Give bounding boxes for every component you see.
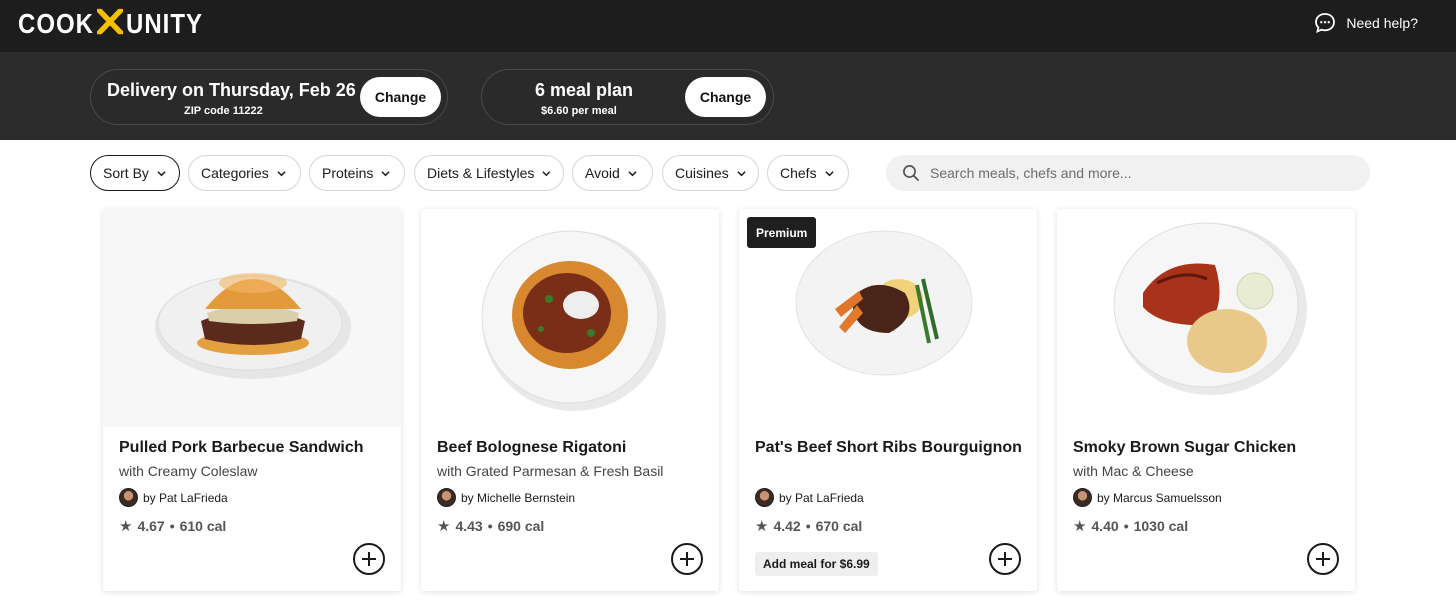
categories-label: Categories [201, 165, 269, 181]
chef-link[interactable]: by Marcus Samuelsson [1073, 488, 1222, 507]
categories-dropdown[interactable]: Categories [188, 155, 301, 191]
calories: 1030 cal [1133, 518, 1189, 534]
meal-image[interactable] [1057, 209, 1355, 427]
chef-name: by Pat LaFrieda [779, 490, 864, 505]
change-delivery-button[interactable]: Change [360, 77, 441, 117]
meal-card[interactable]: Premium Pat's Beef Short Ribs Bourguigno… [739, 209, 1037, 591]
plus-icon [680, 552, 694, 566]
meal-title[interactable]: Pat's Beef Short Ribs Bourguignon [755, 439, 1022, 457]
star-icon: ★ [119, 518, 133, 535]
add-meal-button[interactable] [989, 543, 1021, 575]
calories: 610 cal [179, 518, 227, 534]
rating-value: 4.42 [773, 518, 801, 534]
avoid-dropdown[interactable]: Avoid [572, 155, 653, 191]
top-nav: COOK UNITY Need help? [0, 0, 1456, 53]
star-icon: ★ [755, 518, 769, 535]
meal-rating: ★ 4.43 • 690 cal [437, 517, 544, 535]
calories: 670 cal [815, 518, 863, 534]
chefs-dropdown[interactable]: Chefs [767, 155, 849, 191]
chefs-label: Chefs [780, 165, 817, 181]
meal-subtitle: with Creamy Coleslaw [119, 463, 258, 479]
chef-link[interactable]: by Pat LaFrieda [755, 488, 864, 507]
cuisines-label: Cuisines [675, 165, 729, 181]
meal-title[interactable]: Smoky Brown Sugar Chicken [1073, 439, 1296, 457]
meal-card[interactable]: Beef Bolognese Rigatoni with Grated Parm… [421, 209, 719, 591]
search-input[interactable] [930, 165, 1350, 181]
rating-separator: • [487, 518, 493, 534]
proteins-dropdown[interactable]: Proteins [309, 155, 405, 191]
sort-by-label: Sort By [103, 165, 149, 181]
add-meal-button[interactable] [353, 543, 385, 575]
chef-name: by Pat LaFrieda [143, 490, 228, 505]
chef-avatar [437, 488, 456, 507]
chevron-down-icon [628, 170, 637, 176]
plus-icon [1316, 552, 1330, 566]
meal-plan-price: $6.60 per meal [541, 105, 617, 117]
change-plan-button[interactable]: Change [685, 77, 766, 117]
rating-separator: • [805, 518, 811, 534]
calories: 690 cal [497, 518, 545, 534]
chat-bubble-icon [1314, 12, 1336, 34]
chevron-down-icon [381, 170, 390, 176]
chef-name: by Michelle Bernstein [461, 490, 576, 505]
meal-subtitle: with Grated Parmesan & Fresh Basil [437, 463, 664, 479]
chevron-down-icon [542, 170, 551, 176]
rating-value: 4.67 [137, 518, 165, 534]
filter-bar: Sort By Categories Proteins Diets & Life… [0, 155, 1456, 192]
avoid-label: Avoid [585, 165, 620, 181]
delivery-pill: Delivery on Thursday, Feb 26 ZIP code 11… [90, 69, 448, 125]
chef-avatar [755, 488, 774, 507]
search-icon [903, 165, 919, 181]
meal-image[interactable] [421, 209, 719, 427]
chef-avatar [119, 488, 138, 507]
star-icon: ★ [437, 518, 451, 535]
chef-name: by Marcus Samuelsson [1097, 490, 1222, 505]
diets-lifestyles-dropdown[interactable]: Diets & Lifestyles [414, 155, 564, 191]
meal-image[interactable] [103, 209, 401, 427]
cookunity-logo[interactable]: COOK UNITY [18, 5, 203, 41]
rating-separator: • [169, 518, 175, 534]
chef-link[interactable]: by Michelle Bernstein [437, 488, 575, 507]
plus-icon [998, 552, 1012, 566]
premium-badge: Premium [747, 217, 817, 248]
rating-separator: • [1123, 518, 1129, 534]
add-meal-button[interactable] [1307, 543, 1339, 575]
delivery-date: Delivery on Thursday, Feb 26 [107, 80, 356, 100]
chevron-down-icon [157, 170, 166, 176]
chef-avatar [1073, 488, 1092, 507]
rating-value: 4.43 [455, 518, 483, 534]
meal-plan-title: 6 meal plan [535, 80, 634, 100]
help-link[interactable]: Need help? [1314, 12, 1418, 34]
meal-title[interactable]: Pulled Pork Barbecue Sandwich [119, 439, 364, 457]
meal-rating: ★ 4.42 • 670 cal [755, 517, 862, 535]
rating-value: 4.40 [1091, 518, 1119, 534]
logo-text-left: COOK [18, 8, 94, 40]
chevron-down-icon [824, 170, 834, 176]
diets-label: Diets & Lifestyles [427, 165, 535, 181]
logo-x-icon [95, 5, 125, 41]
meal-subtitle: with Mac & Cheese [1073, 463, 1194, 479]
chef-link[interactable]: by Pat LaFrieda [119, 488, 228, 507]
chevron-down-icon [277, 170, 286, 176]
meal-plan-pill: 6 meal plan $6.60 per meal Change [481, 69, 774, 125]
meal-rating: ★ 4.40 • 1030 cal [1073, 517, 1188, 535]
help-label: Need help? [1346, 15, 1418, 31]
star-icon: ★ [1073, 518, 1087, 535]
add-meal-button[interactable] [671, 543, 703, 575]
logo-text-right: UNITY [126, 8, 203, 40]
meal-card[interactable]: Smoky Brown Sugar Chicken with Mac & Che… [1057, 209, 1355, 591]
meal-card[interactable]: Pulled Pork Barbecue Sandwich with Cream… [103, 209, 401, 591]
zip-code: ZIP code 11222 [184, 105, 263, 117]
delivery-band: Delivery on Thursday, Feb 26 ZIP code 11… [0, 53, 1456, 140]
search-bar[interactable] [886, 155, 1370, 191]
meal-rating: ★ 4.67 • 610 cal [119, 517, 226, 535]
chevron-down-icon [737, 170, 746, 176]
add-meal-price-tag[interactable]: Add meal for $6.99 [755, 552, 878, 576]
sort-by-dropdown[interactable]: Sort By [90, 155, 180, 191]
plus-icon [362, 552, 376, 566]
proteins-label: Proteins [322, 165, 374, 181]
cuisines-dropdown[interactable]: Cuisines [662, 155, 759, 191]
meal-title[interactable]: Beef Bolognese Rigatoni [437, 439, 626, 457]
